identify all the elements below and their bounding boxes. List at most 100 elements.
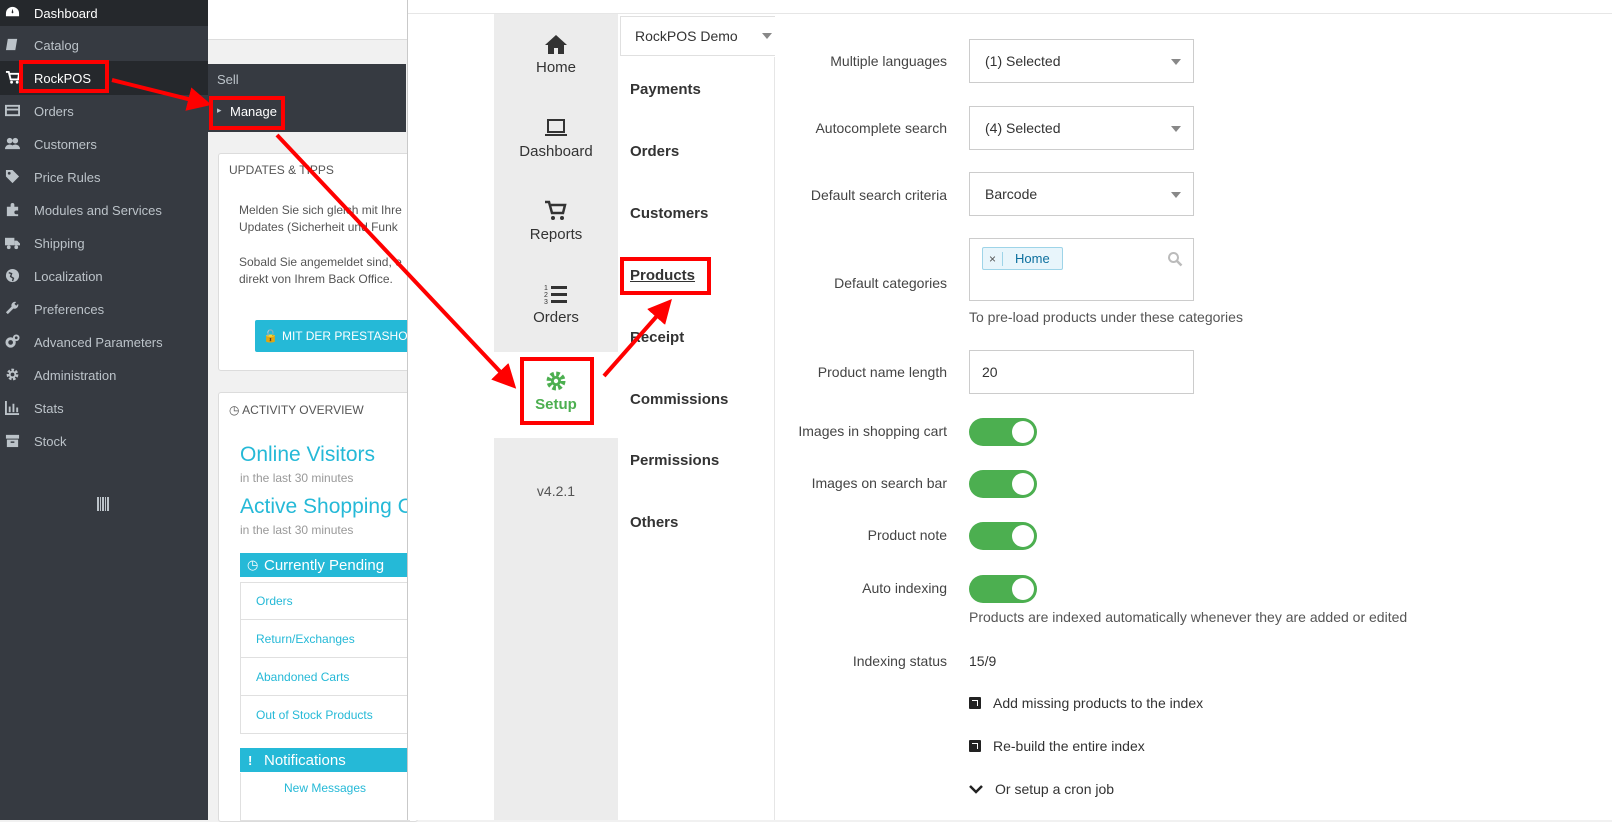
globe-icon [5, 268, 20, 283]
images-in-cart-toggle[interactable] [969, 418, 1037, 446]
cart-icon [545, 200, 567, 220]
chevron-down-icon [969, 785, 983, 794]
select-value: (4) Selected [985, 120, 1061, 136]
default-categories-label: Default categories [834, 275, 947, 291]
select-value: (1) Selected [985, 53, 1061, 69]
sidebar-item-administration[interactable]: Administration [0, 358, 208, 392]
auto-indexing-toggle[interactable] [969, 575, 1037, 603]
sidebar-item-label: Advanced Parameters [34, 334, 163, 350]
autocomplete-search-label: Autocomplete search [815, 120, 947, 136]
submenu-sell[interactable]: Sell [217, 72, 239, 87]
pending-returns[interactable]: Return/Exchanges [240, 620, 410, 658]
sidebar-item-price-rules[interactable]: Price Rules [0, 160, 208, 194]
highlight-products [620, 257, 711, 295]
svg-text:3: 3 [544, 299, 548, 305]
tags-icon [5, 169, 20, 184]
rockpos-topbar [408, 0, 1612, 14]
sidebar-item-preferences[interactable]: Preferences [0, 292, 208, 326]
category-tag: × Home [982, 247, 1063, 270]
gear-icon [6, 368, 19, 381]
admin-sidebar: Dashboard Catalog RockPOS Orders Custome… [0, 0, 208, 820]
credit-card-icon [5, 104, 20, 117]
active-carts-sub: in the last 30 minutes [240, 523, 354, 537]
highlight-manage [209, 96, 285, 130]
pending-out-of-stock[interactable]: Out of Stock Products [240, 696, 410, 734]
sidebar-item-dashboard[interactable]: Dashboard [0, 0, 208, 26]
add-missing-products-link[interactable]: Add missing products to the index [969, 695, 1203, 711]
archive-icon [5, 434, 20, 448]
sidebar-item-label: Localization [34, 268, 103, 284]
pending-orders[interactable]: Orders [240, 582, 410, 620]
rebuild-index-link[interactable]: Re-build the entire index [969, 738, 1145, 754]
default-categories-input[interactable]: × Home [969, 238, 1194, 301]
multiple-languages-label: Multiple languages [830, 53, 947, 69]
sidebar-item-modules[interactable]: Modules and Services [0, 193, 208, 227]
prestashop-login-button[interactable]: 🔓 MIT DER PRESTASHOP- [255, 320, 415, 352]
product-note-toggle[interactable] [969, 522, 1037, 550]
setup-tab-permissions[interactable]: Permissions [630, 452, 719, 469]
search-icon [1168, 252, 1183, 267]
setup-tab-commissions[interactable]: Commissions [630, 391, 728, 408]
default-search-criteria-select[interactable]: Barcode [969, 172, 1194, 216]
external-link-icon [969, 740, 981, 752]
currently-pending-label: Currently Pending [264, 556, 385, 574]
sidebar-item-label: Price Rules [34, 169, 101, 185]
sidebar-item-shipping[interactable]: Shipping [0, 226, 208, 260]
notifications-header: ! Notifications [240, 748, 410, 772]
product-note-label: Product note [867, 527, 947, 543]
store-select[interactable]: RockPOS Demo [620, 16, 775, 56]
rail-label: Home [535, 59, 576, 76]
cogs-icon [5, 334, 20, 348]
sidebar-item-label: Catalog [34, 37, 79, 53]
images-on-search-toggle[interactable] [969, 470, 1037, 498]
sidebar-item-stats[interactable]: Stats [0, 391, 208, 425]
indexing-status-label: Indexing status [852, 653, 947, 669]
rail-item-reports[interactable]: Reports [494, 200, 618, 243]
sidebar-item-label: Orders [34, 103, 74, 119]
pending-abandoned-carts[interactable]: Abandoned Carts [240, 658, 410, 696]
book-icon [5, 38, 18, 51]
product-name-length-input[interactable]: 20 [969, 350, 1194, 394]
auto-indexing-label: Auto indexing [862, 580, 947, 596]
chevron-down-icon [762, 33, 772, 39]
currently-pending-header: ◷ Currently Pending [240, 553, 410, 577]
rail-item-home[interactable]: Home [494, 33, 618, 76]
sidebar-item-orders[interactable]: Orders [0, 94, 208, 128]
updates-text: Melden Sie sich gleich mit Ihre [239, 203, 402, 217]
collapse-menu-icon[interactable] [97, 497, 109, 511]
action-label: Or setup a cron job [995, 781, 1115, 797]
new-messages-tab[interactable]: New Messages [240, 773, 410, 821]
sidebar-item-catalog[interactable]: Catalog [0, 28, 208, 62]
dashboard-icon [5, 6, 20, 17]
setup-tab-payments[interactable]: Payments [630, 81, 701, 98]
unlock-icon: 🔓 [263, 329, 278, 343]
setup-tab-orders[interactable]: Orders [630, 143, 679, 160]
home-icon [545, 35, 567, 54]
rail-item-orders[interactable]: 123 Orders [494, 283, 618, 326]
setup-tab-receipt[interactable]: Receipt [630, 329, 684, 346]
sidebar-item-customers[interactable]: Customers [0, 127, 208, 161]
images-on-search-label: Images on search bar [811, 475, 947, 491]
multiple-languages-select[interactable]: (1) Selected [969, 39, 1194, 83]
sidebar-item-localization[interactable]: Localization [0, 259, 208, 293]
active-carts-title: Active Shopping C [240, 495, 413, 518]
remove-tag-icon[interactable]: × [983, 251, 1003, 266]
users-icon [5, 137, 20, 150]
sidebar-item-stock[interactable]: Stock [0, 424, 208, 458]
app-version: v4.2.1 [536, 483, 576, 499]
puzzle-icon [6, 202, 19, 217]
category-tag-label: Home [1015, 251, 1050, 266]
setup-tab-others[interactable]: Others [630, 514, 678, 531]
rail-item-dashboard[interactable]: Dashboard [494, 117, 618, 160]
sidebar-item-advanced-parameters[interactable]: Advanced Parameters [0, 325, 208, 359]
autocomplete-search-select[interactable]: (4) Selected [969, 106, 1194, 150]
list-ordered-icon: 123 [544, 285, 567, 305]
images-in-cart-label: Images in shopping cart [798, 423, 947, 439]
chevron-down-icon [1171, 126, 1181, 132]
default-categories-help: To pre-load products under these categor… [969, 309, 1243, 325]
indexing-status-value: 15/9 [969, 653, 997, 669]
setup-tab-customers[interactable]: Customers [630, 205, 708, 222]
cron-job-toggle[interactable]: Or setup a cron job [969, 781, 1114, 797]
cart-icon [5, 70, 20, 84]
clock-icon: ◷ [247, 557, 259, 572]
